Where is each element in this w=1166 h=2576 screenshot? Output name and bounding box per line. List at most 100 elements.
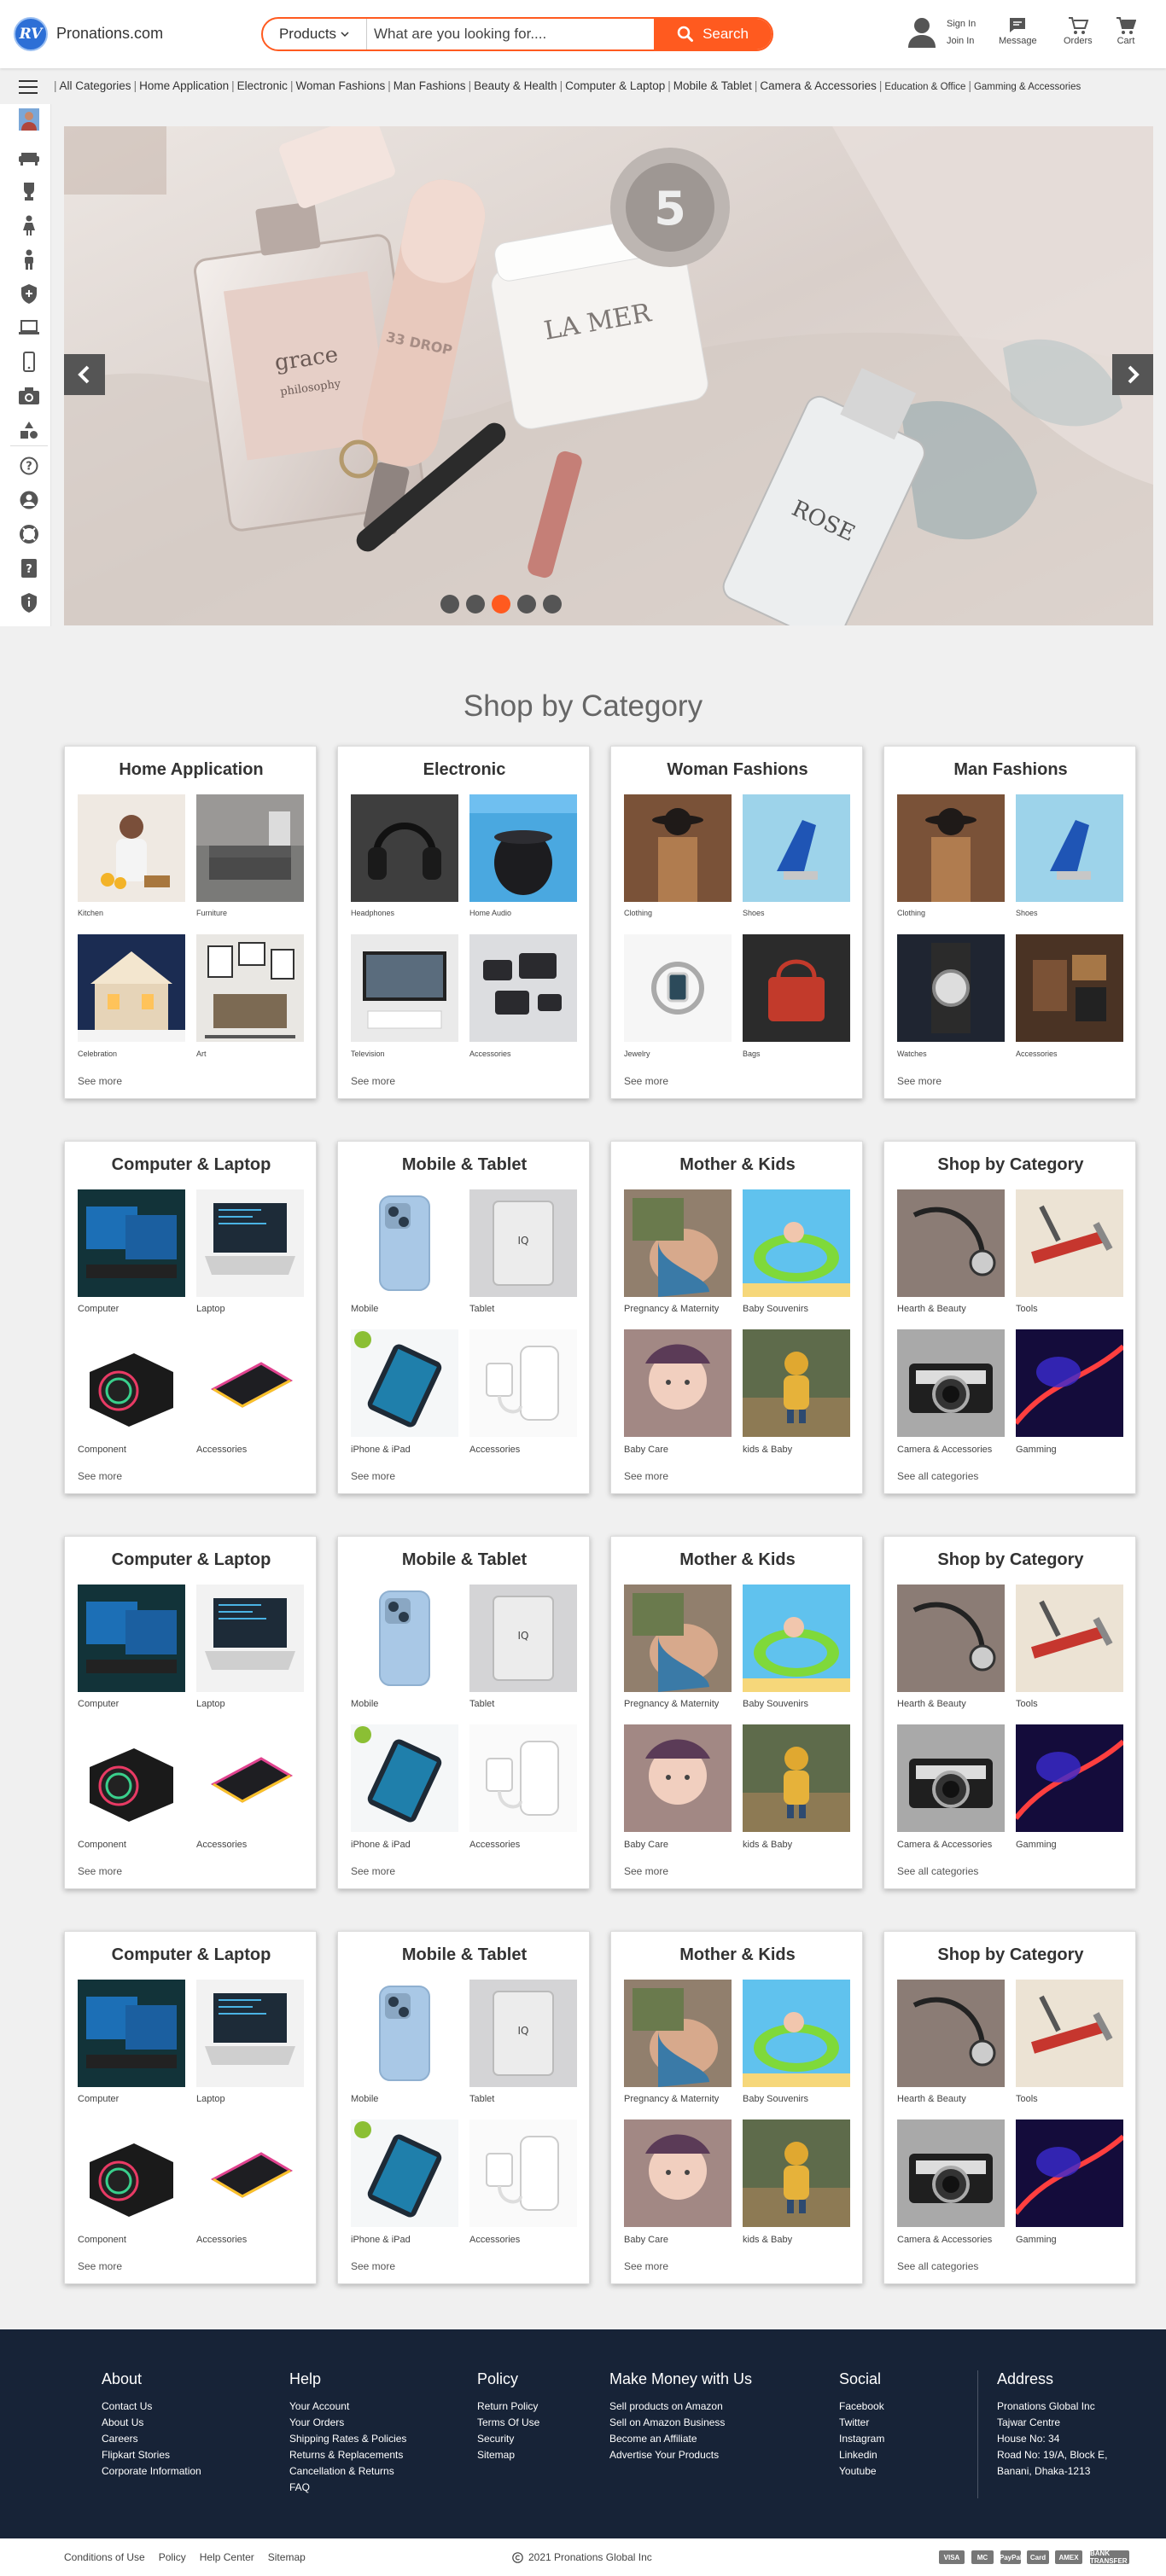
category-tile-label[interactable]: Jewelry [624,1050,650,1058]
laptop-icon[interactable] [19,317,39,338]
bottom-link[interactable]: Help Center [200,2551,254,2563]
category-tile-label[interactable]: Component [78,2235,126,2245]
question-icon[interactable]: ? [19,558,39,579]
category-tile-label[interactable]: Accessories [469,1840,520,1850]
category-tile-image[interactable]: IQ [469,1189,577,1297]
category-tile-label[interactable]: Television [351,1050,385,1058]
category-tile-image[interactable] [743,1724,850,1832]
category-tile-image[interactable] [897,2120,1005,2227]
card-title[interactable]: Electronic [338,760,591,780]
policy-footer-link[interactable]: Security [477,2431,539,2447]
see-more-link[interactable]: See more [351,1075,395,1087]
category-tile-image[interactable] [78,1585,185,1692]
category-tile-image[interactable] [1016,1189,1123,1297]
category-tile-image[interactable] [743,2120,850,2227]
see-more-link[interactable]: See more [78,2260,122,2272]
slider-dot[interactable] [517,595,536,613]
nav-link[interactable]: Electronic [237,79,288,92]
nav-link[interactable]: Home Application [139,79,229,92]
message-button[interactable]: Message [999,15,1037,46]
see-more-link[interactable]: See more [897,1075,942,1087]
see-more-link[interactable]: See all categories [897,1470,978,1482]
search-input[interactable] [374,19,664,49]
category-tile-label[interactable]: Computer [78,2094,119,2104]
category-tile-label[interactable]: Pregnancy & Maternity [624,1699,719,1709]
category-tile-image[interactable] [624,934,732,1042]
help-footer-link[interactable]: FAQ [289,2480,406,2496]
card-title[interactable]: Mobile & Tablet [338,1945,591,1965]
card-title[interactable]: Man Fashions [884,760,1137,780]
category-tile-image[interactable] [196,1329,304,1437]
category-tile-image[interactable] [624,1724,732,1832]
policy-footer-link[interactable]: Sitemap [477,2447,539,2463]
category-tile-label[interactable]: Baby Souvenirs [743,1699,808,1709]
category-tile-label[interactable]: Art [196,1050,207,1058]
category-tile-image[interactable] [897,794,1005,902]
category-tile-image[interactable] [196,1980,304,2087]
help-icon[interactable]: ? [19,456,39,476]
cart-button[interactable]: Cart [1116,15,1136,46]
category-tile-image[interactable] [351,1980,458,2087]
help-footer-link[interactable]: Your Orders [289,2415,406,2431]
category-tile-label[interactable]: kids & Baby [743,1840,792,1850]
slider-dot[interactable] [543,595,562,613]
nav-link[interactable]: Gamming & Accessories [974,82,1081,92]
card-title[interactable]: Mother & Kids [611,1155,864,1175]
category-tile-image[interactable] [1016,1724,1123,1832]
category-tile-label[interactable]: Hearth & Beauty [897,2094,966,2104]
category-tile-image[interactable] [196,934,304,1042]
category-tile-label[interactable]: Shoes [1016,909,1038,917]
category-tile-label[interactable]: kids & Baby [743,1445,792,1455]
category-tile-label[interactable]: Accessories [469,2235,520,2245]
category-tile-image[interactable] [351,934,458,1042]
user-circle-icon[interactable] [19,490,39,510]
category-tile-label[interactable]: Tools [1016,1699,1038,1709]
category-tile-label[interactable]: Furniture [196,909,227,917]
category-tile-label[interactable]: Component [78,1445,126,1455]
see-more-link[interactable]: See more [624,1865,668,1877]
see-more-link[interactable]: See more [624,2260,668,2272]
see-more-link[interactable]: See more [78,1470,122,1482]
card-title[interactable]: Computer & Laptop [65,1550,318,1570]
category-tile-image[interactable] [78,1329,185,1437]
slider-dot[interactable] [492,595,510,613]
nav-link[interactable]: Mobile & Tablet [673,79,752,92]
see-more-link[interactable]: See all categories [897,2260,978,2272]
category-tile-label[interactable]: Gamming [1016,2235,1057,2245]
category-tile-image[interactable] [196,1724,304,1832]
category-tile-label[interactable]: iPhone & iPad [351,1445,411,1455]
category-tile-image[interactable] [78,934,185,1042]
mobile-icon[interactable] [19,352,39,372]
logo-text[interactable]: Pronations.com [56,25,163,43]
category-tile-image[interactable] [624,2120,732,2227]
see-more-link[interactable]: See more [351,2260,395,2272]
category-tile-label[interactable]: Headphones [351,909,394,917]
category-tile-label[interactable]: Computer [78,1304,119,1314]
slider-dot[interactable] [440,595,459,613]
account-menu[interactable]: Sign In Join In [906,15,976,49]
category-tile-image[interactable] [624,794,732,902]
category-tile-image[interactable]: IQ [469,1585,577,1692]
search-button[interactable]: Search [654,19,772,49]
category-tile-image[interactable] [743,794,850,902]
category-tile-label[interactable]: Pregnancy & Maternity [624,2094,719,2104]
info-shield-icon[interactable] [19,592,39,613]
category-tile-image[interactable] [78,2120,185,2227]
about-footer-link[interactable]: Corporate Information [102,2463,201,2480]
see-more-link[interactable]: See more [78,1075,122,1087]
category-tile-image[interactable] [78,794,185,902]
category-tile-label[interactable]: Camera & Accessories [897,1445,992,1455]
category-tile-label[interactable]: Tablet [469,1304,494,1314]
social-footer-link[interactable]: Instagram [839,2431,884,2447]
card-title[interactable]: Mother & Kids [611,1550,864,1570]
help-footer-link[interactable]: Cancellation & Returns [289,2463,406,2480]
card-title[interactable]: Mother & Kids [611,1945,864,1965]
category-tile-image[interactable] [196,2120,304,2227]
menu-icon[interactable] [17,79,39,96]
category-tile-image[interactable] [351,2120,458,2227]
category-tile-label[interactable]: Kitchen [78,909,103,917]
category-tile-image[interactable] [624,1329,732,1437]
nav-link[interactable]: Education & Office [884,82,965,92]
trophy-icon[interactable] [19,181,39,201]
bottom-link[interactable]: Conditions of Use [64,2551,145,2563]
